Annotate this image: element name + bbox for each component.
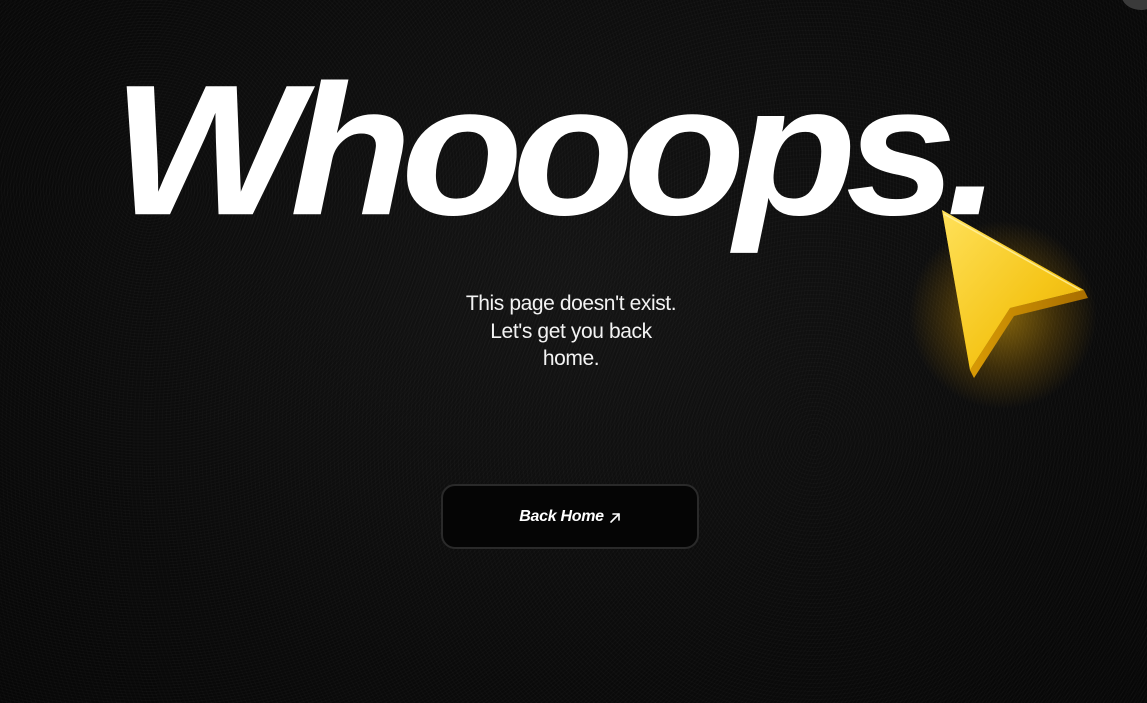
error-message-line-1: This page doesn't exist.	[465, 292, 677, 315]
cursor-illustration	[898, 190, 1118, 420]
back-home-label: Back Home	[519, 507, 604, 525]
error-message: This page doesn't exist. Let's get you b…	[423, 290, 719, 373]
cursor-pointer-icon	[942, 210, 1088, 378]
corner-control[interactable]	[1121, 0, 1147, 10]
arrow-up-right-icon	[609, 512, 620, 523]
page-title: Whooops.	[112, 46, 1001, 255]
error-message-line-3: home.	[542, 347, 600, 370]
not-found-page: Whooops. This page doesn't exist. Let's …	[0, 0, 1147, 703]
back-home-button[interactable]: Back Home	[441, 484, 699, 549]
error-message-line-2: Let's get you back	[490, 319, 652, 343]
